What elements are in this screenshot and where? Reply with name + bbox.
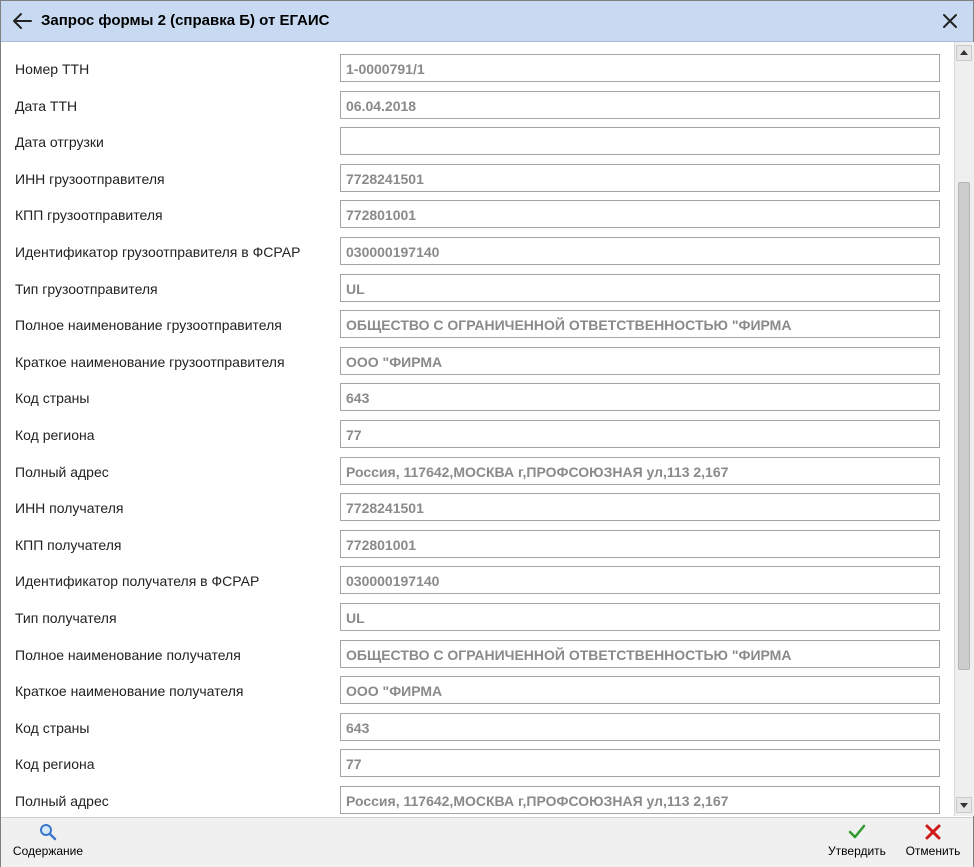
form-row: Краткое наименование получателя ООО "ФИРМ… — [1, 674, 954, 710]
field-label: ИНН грузоотправителя — [15, 170, 165, 187]
dialog-window: Запрос формы 2 (справка Б) от ЕГАИС Номе… — [0, 0, 974, 867]
field-value[interactable]: UL — [340, 273, 940, 302]
form-row: Номер ТТН 1-0000791/1 — [1, 52, 954, 88]
form-panel: Номер ТТН 1-0000791/1 Дата ТТН 06.04.2018 Да… — [1, 42, 954, 816]
form-row: Полное наименование грузоотправителя ОБЩЕ… — [1, 308, 954, 344]
form-row: ИНН получателя 7728241501 — [1, 491, 954, 527]
arrow-left-icon[interactable] — [11, 11, 33, 31]
field-label: КПП получателя — [15, 536, 122, 553]
window-title: Запрос формы 2 (справка Б) от ЕГАИС — [41, 12, 330, 29]
field-label: Дата ТТН — [15, 97, 78, 114]
form-row: Дата ТТН 06.04.2018 — [1, 89, 954, 125]
field-label: Код страны — [15, 719, 90, 736]
field-label: Полный адрес — [15, 793, 109, 809]
field-value[interactable]: ОБЩЕСТВО С ОГРАНИЧЕННОЙ ОТВЕТСТВЕННОСТЬЮ… — [340, 310, 940, 339]
form-row: Код страны 643 — [1, 381, 954, 417]
form-row: Полный адрес Россия, 117642,МОСКВА г,ПРОФ… — [1, 784, 954, 816]
field-value[interactable]: 030000197140 — [340, 566, 940, 595]
form-row: Тип грузоотправителя UL — [1, 272, 954, 308]
field-label: Краткое наименование грузоотправителя — [15, 353, 285, 370]
field-label: Полный адрес — [15, 463, 109, 480]
field-value[interactable]: 77 — [340, 749, 940, 778]
checkmark-icon — [848, 824, 866, 839]
field-value[interactable]: 77 — [340, 420, 940, 448]
form-row: Идентификатор получателя в ФСРАР 03000019… — [1, 564, 954, 600]
cancel-button[interactable]: Отменить — [899, 822, 967, 858]
form-row: Краткое наименование грузоотправителя ООО… — [1, 345, 954, 381]
footer-toolbar: Содержание Утвердить Отменить — [1, 817, 973, 867]
field-value[interactable]: 030000197140 — [340, 237, 940, 265]
field-value[interactable]: UL — [340, 603, 940, 631]
approve-label: Утвердить — [828, 844, 886, 858]
field-label: Идентификатор получателя в ФСРАР — [15, 573, 260, 590]
contents-label: Содержание — [12, 844, 84, 858]
field-value[interactable] — [340, 127, 940, 156]
scroll-down-button[interactable] — [956, 797, 972, 813]
field-value[interactable]: 772801001 — [340, 529, 940, 558]
triangle-up-icon — [960, 50, 968, 55]
field-value[interactable]: 1-0000791/1 — [340, 54, 940, 82]
field-value[interactable]: 06.04.2018 — [340, 90, 940, 119]
field-label: Дата отгрузки — [15, 134, 104, 151]
field-value[interactable]: Россия, 117642,МОСКВА г,ПРОФСОЮЗНАЯ ул,1… — [340, 456, 940, 485]
vertical-scrollbar[interactable] — [954, 42, 974, 816]
approve-button[interactable]: Утвердить — [821, 822, 893, 858]
cancel-label: Отменить — [905, 844, 961, 858]
form-row: ИНН грузоотправителя 7728241501 — [1, 162, 954, 198]
cross-icon — [925, 824, 941, 840]
field-value[interactable]: 643 — [340, 383, 940, 412]
field-value[interactable]: ООО "ФИРМА — [340, 346, 940, 375]
field-label: Номер ТТН — [15, 61, 90, 77]
field-label: Полное наименование грузоотправителя — [15, 317, 282, 334]
field-label: Тип получателя — [15, 610, 117, 626]
field-value[interactable]: 643 — [340, 712, 940, 741]
field-label: Код региона — [15, 756, 95, 773]
close-icon[interactable] — [941, 12, 959, 30]
field-value[interactable]: 772801001 — [340, 200, 940, 229]
form-row: Идентификатор грузоотправителя в ФСРАР 03… — [1, 235, 954, 271]
field-label: ИНН получателя — [15, 500, 124, 517]
field-value[interactable]: 7728241501 — [340, 163, 940, 192]
triangle-down-icon — [960, 803, 968, 808]
form-row: Полное наименование получателя ОБЩЕСТВО С… — [1, 638, 954, 674]
field-label: КПП грузоотправителя — [15, 207, 163, 224]
form-row: Полный адрес Россия, 117642,МОСКВА г,ПРОФ… — [1, 455, 954, 491]
field-value[interactable]: 7728241501 — [340, 493, 940, 522]
field-label: Полное наименование получателя — [15, 646, 241, 663]
form-row: Код региона 77 — [1, 418, 954, 454]
form-row: Код страны 643 — [1, 711, 954, 747]
form-row: Тип получателя UL — [1, 601, 954, 637]
scroll-thumb[interactable] — [958, 182, 970, 670]
field-value[interactable]: ОБЩЕСТВО С ОГРАНИЧЕННОЙ ОТВЕТСТВЕННОСТЬЮ… — [340, 639, 940, 668]
form-row: Дата отгрузки — [1, 125, 954, 161]
field-value[interactable]: Россия, 117642,МОСКВА г,ПРОФСОЮЗНАЯ ул,1… — [340, 786, 940, 814]
title-bar: Запрос формы 2 (справка Б) от ЕГАИС — [1, 1, 973, 42]
field-label: Краткое наименование получателя — [15, 683, 244, 700]
field-value[interactable]: ООО "ФИРМА — [340, 676, 940, 705]
scroll-up-button[interactable] — [956, 45, 972, 61]
field-label: Код страны — [15, 390, 90, 407]
form-row: КПП грузоотправителя 772801001 — [1, 198, 954, 234]
field-label: Код региона — [15, 427, 95, 443]
form-row: Код региона 77 — [1, 747, 954, 783]
field-label: Идентификатор грузоотправителя в ФСРАР — [15, 244, 301, 260]
magnifier-icon — [40, 824, 57, 841]
field-label: Тип грузоотправителя — [15, 280, 158, 297]
contents-button[interactable]: Содержание — [9, 822, 87, 858]
form-row: КПП получателя 772801001 — [1, 528, 954, 564]
